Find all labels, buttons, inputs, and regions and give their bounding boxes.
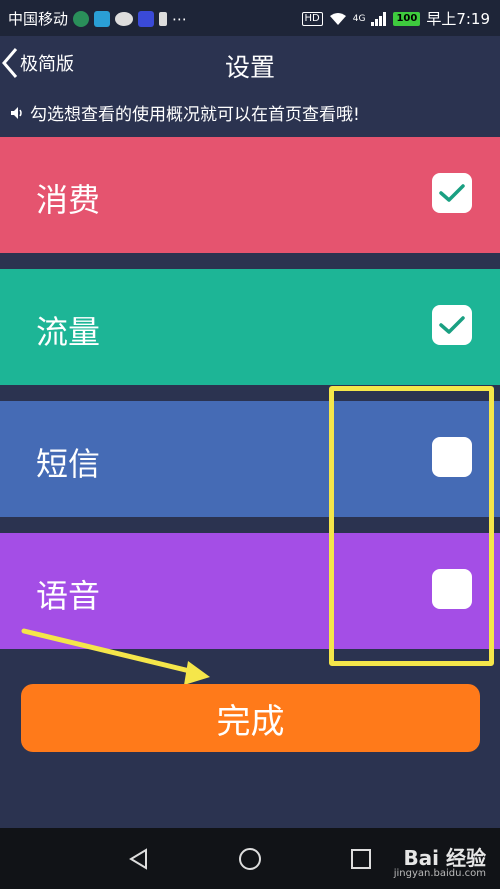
battery-indicator: 100 bbox=[393, 11, 421, 26]
carrier-label: 中国移动 bbox=[8, 10, 69, 28]
option-label: 流量 bbox=[36, 313, 101, 351]
done-button[interactable]: 完成 bbox=[21, 684, 480, 752]
baidu-watermark-logo: Bai 经验 bbox=[403, 846, 486, 870]
option-label: 语音 bbox=[36, 577, 101, 615]
notice-text: 勾选想查看的使用概况就可以在首页查看哦! bbox=[30, 105, 360, 125]
speaker-icon bbox=[11, 106, 22, 119]
nav-back-icon[interactable] bbox=[128, 848, 150, 870]
highlight-annotation bbox=[329, 386, 494, 666]
baidu-watermark-url: jingyan.baidu.com bbox=[393, 868, 486, 879]
check-icon bbox=[439, 184, 465, 202]
option-row-consumption[interactable]: 消费 bbox=[0, 137, 500, 253]
header: 极简版 设置 bbox=[0, 36, 500, 88]
notice-bar: 勾选想查看的使用概况就可以在首页查看哦! bbox=[10, 100, 360, 125]
checkbox-consumption[interactable] bbox=[432, 173, 472, 213]
option-label: 消费 bbox=[36, 181, 101, 219]
china-mobile-app-icon bbox=[73, 10, 90, 27]
check-icon bbox=[439, 316, 465, 334]
page-title: 设置 bbox=[224, 53, 275, 82]
option-label: 短信 bbox=[36, 445, 101, 483]
option-row-data[interactable]: 流量 bbox=[0, 269, 500, 385]
network-type: 4G bbox=[352, 13, 366, 24]
clock: 早上7:19 bbox=[426, 10, 490, 28]
hd-badge: HD bbox=[301, 11, 323, 26]
message-icon bbox=[115, 11, 134, 26]
navigation-bar: Bai 经验 jingyan.baidu.com bbox=[0, 828, 500, 889]
nav-recent-apps-icon[interactable] bbox=[350, 848, 372, 870]
taobao-icon bbox=[138, 10, 155, 27]
more-notifications-icon: ⋯ bbox=[172, 9, 188, 28]
signal-icon bbox=[371, 11, 387, 26]
app-notification-icon bbox=[94, 10, 111, 27]
nav-home-icon[interactable] bbox=[238, 847, 262, 871]
alert-icon bbox=[159, 11, 168, 26]
wifi-icon bbox=[329, 12, 346, 25]
status-bar: 中国移动 ⋯ HD 4G 100 早上7:19 bbox=[0, 0, 500, 36]
checkbox-data[interactable] bbox=[432, 305, 472, 345]
